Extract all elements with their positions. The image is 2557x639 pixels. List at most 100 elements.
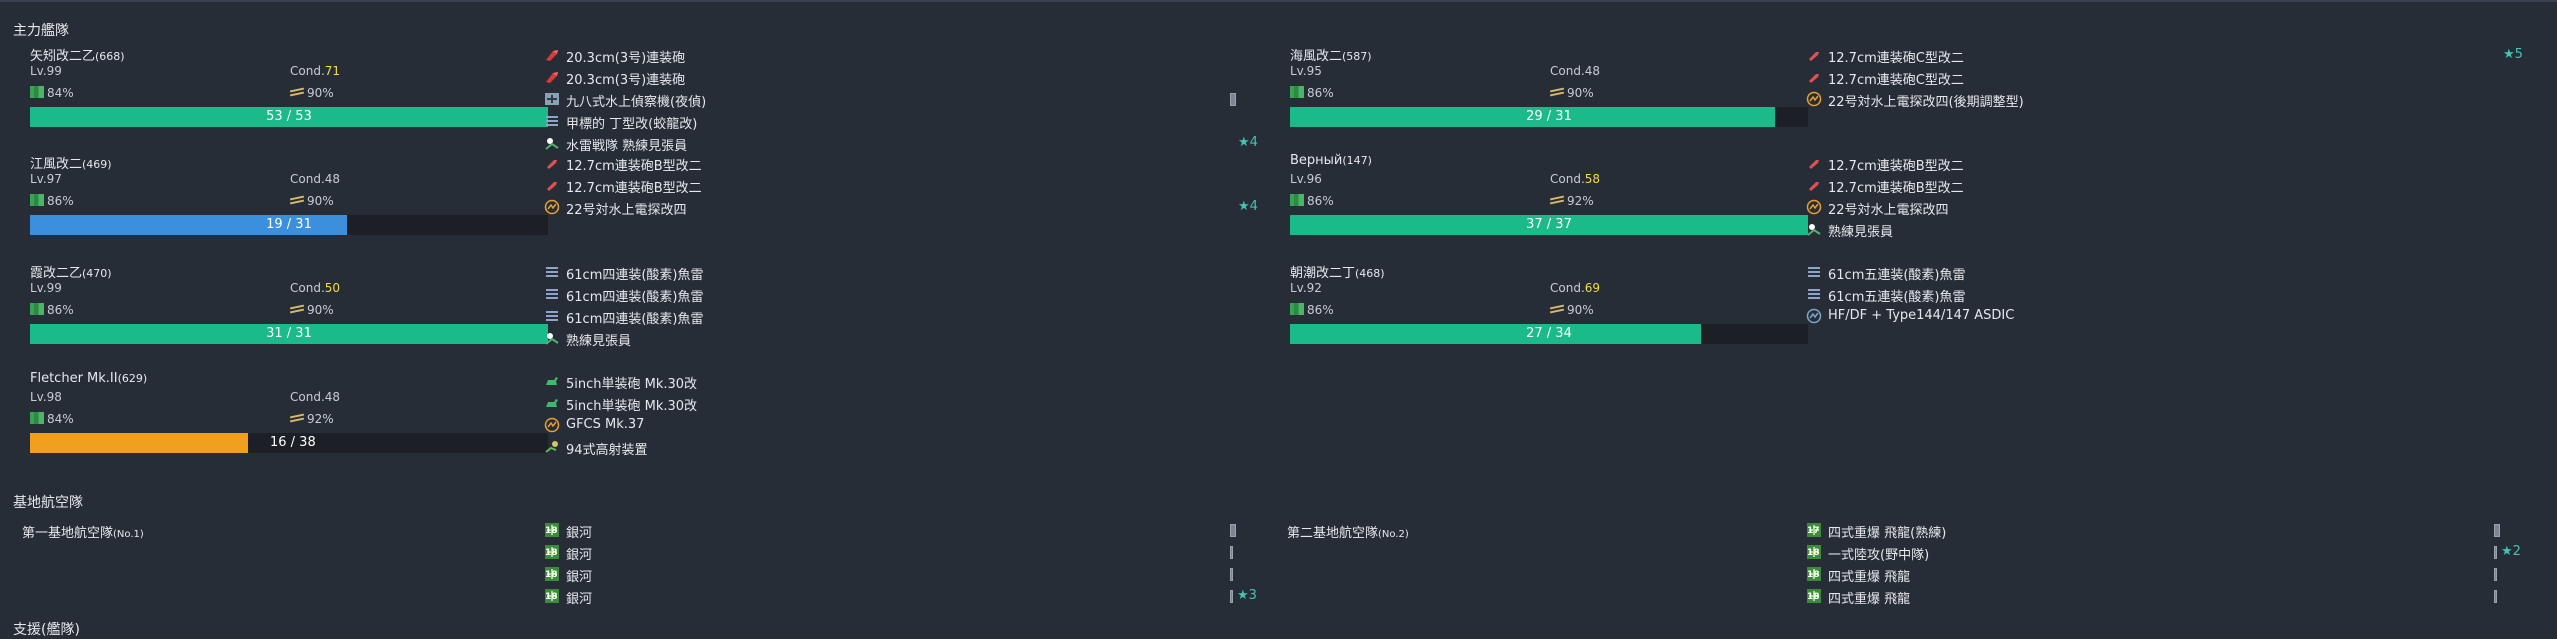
hp-value: 16 / 38 xyxy=(270,435,316,450)
condition-label: Cond. xyxy=(290,172,325,186)
squadron-name: 銀河 xyxy=(566,548,593,563)
ship-card[interactable]: Fletcher Mk.II(629) Lv.98 Cond.48 84% 92% 16 … xyxy=(20,371,548,479)
base-air-corps-name: 第一基地航空隊(No.1) xyxy=(22,522,144,541)
squadron-name: 四式重爆 飛龍(熟練) xyxy=(1828,526,1947,541)
equipment-slot[interactable]: 12.7cm連装砲B型改二 xyxy=(544,175,1264,197)
equipment-slot[interactable]: 20.3cm(3号)連装砲 xyxy=(544,67,1264,89)
ship-fuel: 86% xyxy=(1290,86,1334,100)
hp-bar: 37 / 37 xyxy=(1290,215,1808,235)
aa-director-icon xyxy=(544,439,560,455)
bomber-icon: 18 xyxy=(544,588,560,604)
condition-value: 71 xyxy=(324,64,341,78)
condition-label: Cond. xyxy=(290,64,325,78)
ship-card[interactable]: 江風改二(469) Lv.97 Cond.48 86% 90% 19 / 31 xyxy=(20,153,548,261)
equipment-slot[interactable]: 22号対水上電探改四(後期調整型) xyxy=(1806,89,2526,111)
equipment-name: 12.7cm連装砲C型改二 xyxy=(1828,51,1964,66)
squadron-slot[interactable]: 18 銀河 ★3 xyxy=(544,586,1264,608)
equipment-slot[interactable]: 水雷戦隊 熟練見張員 ★4 xyxy=(544,133,1264,155)
small-gun-green-icon xyxy=(544,373,560,389)
base-name-text: 第一基地航空隊 xyxy=(22,526,114,541)
squadron-count: 18 xyxy=(545,570,558,580)
ship-card[interactable]: 朝潮改二丁(468) Lv.92 Cond.69 86% 90% 27 / 34 xyxy=(1280,262,1808,370)
equipment-slot[interactable]: HF/DF + Type144/147 ASDIC xyxy=(1806,306,2526,328)
equipment-slot[interactable]: GFCS Mk.37 xyxy=(544,415,1264,437)
equipment-name: 61cm四連装(酸素)魚雷 xyxy=(566,312,704,327)
proficiency-gauge xyxy=(2494,590,2497,603)
squadron-count: 18 xyxy=(1807,592,1820,602)
squadron-count: 18 xyxy=(545,548,558,558)
equipment-slot[interactable]: 61cm四連装(酸素)魚雷 xyxy=(544,284,1264,306)
equipment-name: 12.7cm連装砲B型改二 xyxy=(566,181,702,196)
equipment-slot[interactable]: 22号対水上電探改四 ★4 xyxy=(544,197,1264,219)
squadron-slot[interactable]: 17 四式重爆 飛龍(熟練) xyxy=(1806,520,2526,542)
equipment-slot[interactable]: 甲標的 丁型改(蛟龍改) xyxy=(544,111,1264,133)
hp-value: 53 / 53 xyxy=(266,109,312,124)
ship-level: Lv.99 xyxy=(30,281,62,295)
ammo-icon xyxy=(290,304,304,314)
radar-icon xyxy=(1806,199,1822,215)
ship-id: (147) xyxy=(1342,154,1372,167)
ship-name-text: 江風改二 xyxy=(30,157,83,172)
lookout-icon xyxy=(544,330,560,346)
equipment-slot[interactable]: 熟練見張員 xyxy=(1806,219,2526,241)
ship-card[interactable]: 海風改二(587) Lv.95 Cond.48 86% 90% 29 / 31 xyxy=(1280,45,1808,153)
small-gun-icon xyxy=(1806,155,1822,171)
base-number: (No.1) xyxy=(113,529,144,540)
squadron-slot[interactable]: 18 銀河 xyxy=(544,542,1264,564)
squadron-name: 銀河 xyxy=(566,526,593,541)
ammo-icon xyxy=(1550,87,1564,97)
proficiency-gauge xyxy=(1230,568,1233,581)
ship-id: (629) xyxy=(117,372,148,385)
equipment-slot[interactable]: 5inch単装砲 Mk.30改 xyxy=(544,393,1264,415)
equipment-slot[interactable]: 12.7cm連装砲C型改二 xyxy=(1806,67,2526,89)
ship-card[interactable]: 霞改二乙(470) Lv.99 Cond.50 86% 90% 31 / 31 xyxy=(20,262,548,370)
squadron-slot[interactable]: 18 四式重爆 飛龍 xyxy=(1806,564,2526,586)
proficiency-gauge xyxy=(2494,568,2497,581)
equipment-name: 九八式水上偵察機(夜偵) xyxy=(566,95,707,110)
equipment-slot[interactable]: 5inch単装砲 Mk.30改 xyxy=(544,371,1264,393)
squadron-count: 17 xyxy=(1807,526,1820,536)
ammo-icon xyxy=(290,87,304,97)
squadron-slot[interactable]: 18 銀河 xyxy=(544,520,1264,542)
equipment-slot[interactable]: 12.7cm連装砲B型改二 xyxy=(1806,175,2526,197)
main-fleet-title: 主力艦隊 xyxy=(13,23,69,39)
equipment-name: 5inch単装砲 Mk.30改 xyxy=(566,399,698,414)
ship-name: 江風改二(469) xyxy=(30,153,112,172)
ship-name: 朝潮改二丁(468) xyxy=(1290,262,1385,281)
equipment-name: 12.7cm連装砲C型改二 xyxy=(1828,73,1964,88)
squadron-slot[interactable]: 18 一式陸攻(野中隊) ★2 xyxy=(1806,542,2526,564)
equipment-name: 94式高射装置 xyxy=(566,443,648,458)
ship-ammo: 90% xyxy=(290,303,334,317)
equipment-slot[interactable]: 61cm五連装(酸素)魚雷 xyxy=(1806,262,2526,284)
equipment-slot[interactable]: 22号対水上電探改四 xyxy=(1806,197,2526,219)
small-gun-icon xyxy=(1806,177,1822,193)
lookout-icon xyxy=(1806,221,1822,237)
equipment-slot[interactable]: 61cm五連装(酸素)魚雷 xyxy=(1806,284,2526,306)
squadron-slot[interactable]: 18 銀河 xyxy=(544,564,1264,586)
ship-name: 霞改二乙(470) xyxy=(30,262,112,281)
ship-ammo: 90% xyxy=(1550,86,1594,100)
equipment-slot[interactable]: 61cm四連装(酸素)魚雷 xyxy=(544,262,1264,284)
ship-card[interactable]: Верный(147) Lv.96 Cond.58 86% 92% 37 / 37 xyxy=(1280,153,1808,261)
fuel-value: 86% xyxy=(47,303,74,317)
small-gun-icon xyxy=(544,155,560,171)
ship-fuel: 84% xyxy=(30,412,74,426)
equipment-slot[interactable]: 九八式水上偵察機(夜偵) xyxy=(544,89,1264,111)
ship-card[interactable]: 矢矧改二乙(668) Lv.99 Cond.71 84% 90% 53 / 53 xyxy=(20,45,548,153)
squadron-slot[interactable]: 18 四式重爆 飛龍 xyxy=(1806,586,2526,608)
torpedo-icon xyxy=(544,286,560,302)
equipment-slot[interactable]: 12.7cm連装砲B型改二 xyxy=(544,153,1264,175)
lookout-icon xyxy=(544,135,560,151)
bomber-icon: 18 xyxy=(544,566,560,582)
radar-icon xyxy=(1806,91,1822,107)
main-gun-red-icon xyxy=(544,47,560,63)
ship-id: (668) xyxy=(95,50,125,63)
ship-name: 海風改二(587) xyxy=(1290,45,1372,64)
equipment-slot[interactable]: 熟練見張員 xyxy=(544,328,1264,350)
equipment-slot[interactable]: 94式高射装置 xyxy=(544,437,1264,459)
small-gun-icon xyxy=(1806,69,1822,85)
equipment-slot[interactable]: 20.3cm(3号)連装砲 xyxy=(544,45,1264,67)
equipment-slot[interactable]: 61cm四連装(酸素)魚雷 xyxy=(544,306,1264,328)
equipment-slot[interactable]: 12.7cm連装砲C型改二 ★5 xyxy=(1806,45,2526,67)
equipment-slot[interactable]: 12.7cm連装砲B型改二 xyxy=(1806,153,2526,175)
